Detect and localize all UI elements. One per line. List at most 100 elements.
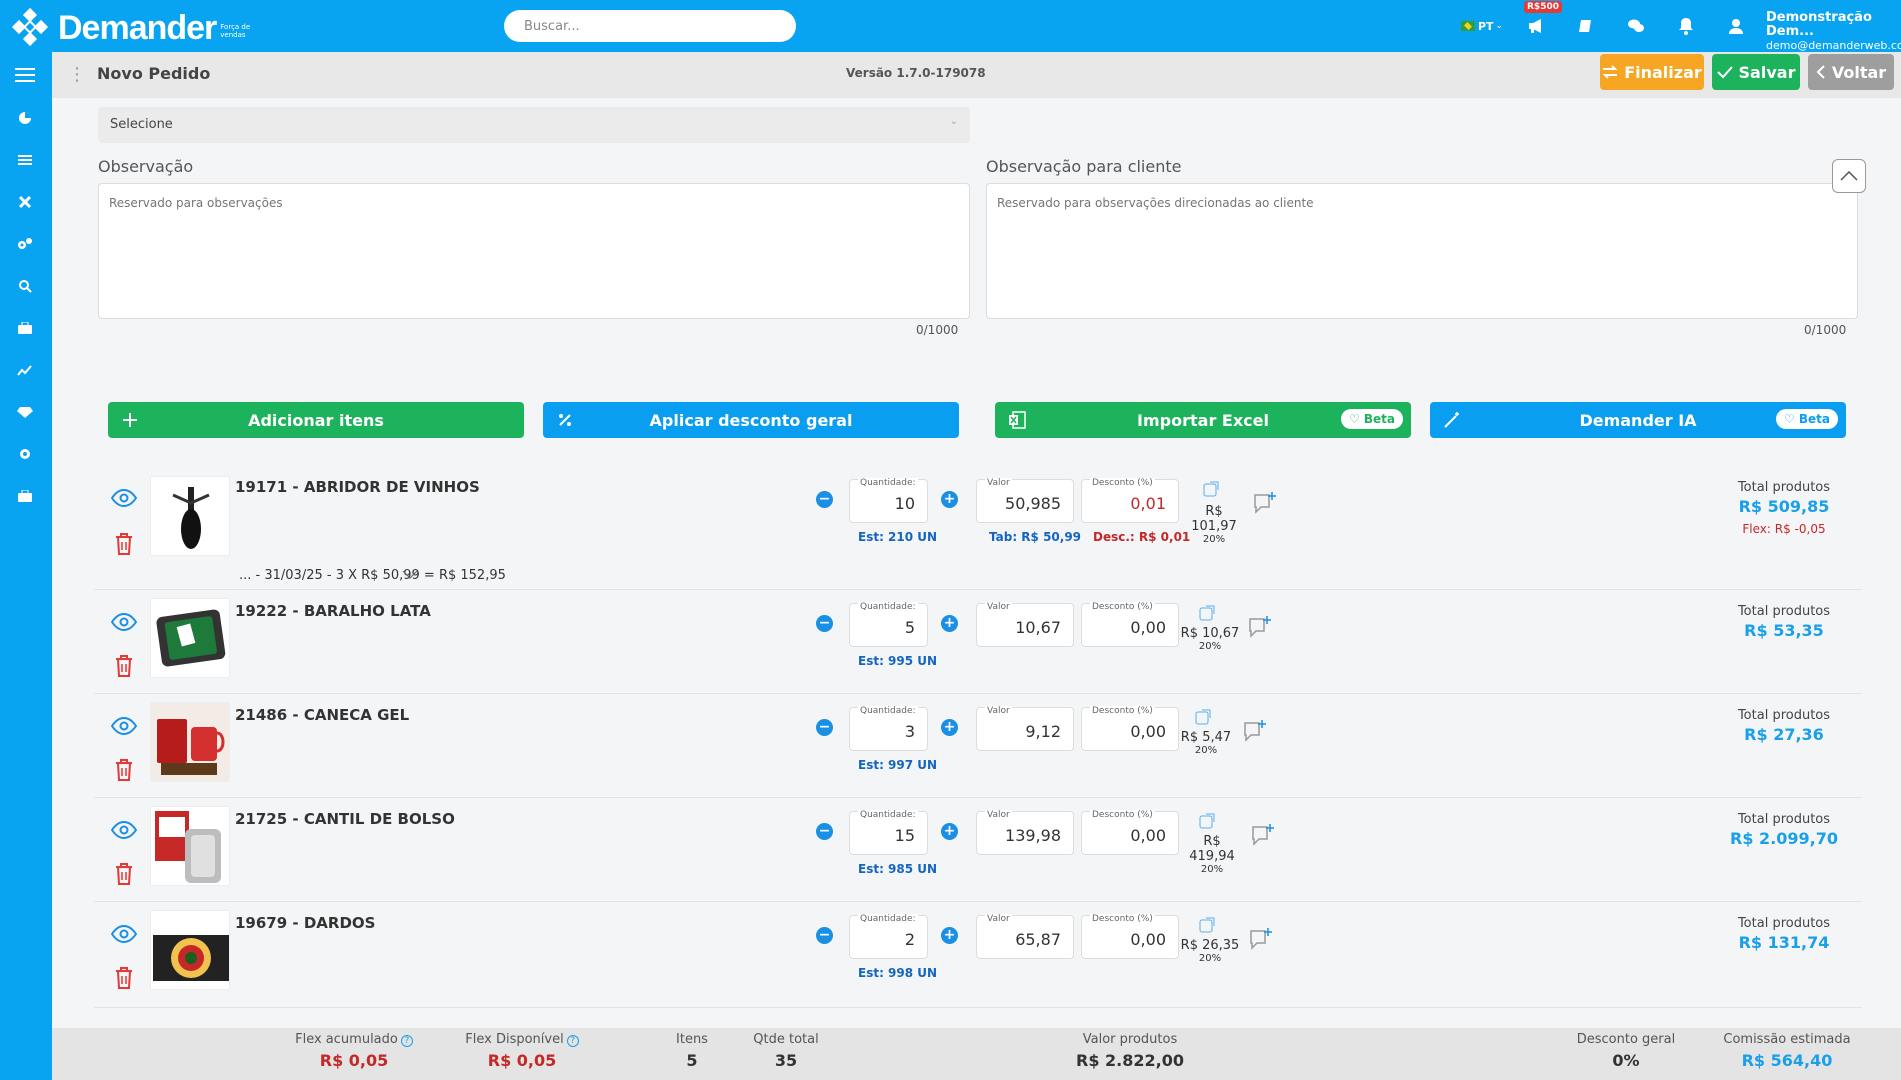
client-observation-counter: 0/1000	[1804, 323, 1847, 337]
eye-icon[interactable]	[110, 612, 138, 632]
select-dropdown[interactable]: Selecione ⌄	[98, 107, 970, 143]
help-icon[interactable]: ?	[400, 1035, 413, 1047]
brand-logo[interactable]: Demander Força de vendas	[10, 7, 254, 48]
quantity-field[interactable]: Quantidade: 10	[849, 478, 928, 523]
add-items-button[interactable]: Adicionar itens	[108, 402, 524, 438]
eye-icon[interactable]	[110, 924, 138, 944]
comment-add-icon[interactable]	[1247, 614, 1273, 640]
more-vertical-icon[interactable]: ⋮	[68, 64, 86, 85]
decrease-qty-button[interactable]: −	[816, 927, 833, 944]
comment-add-icon[interactable]	[1252, 490, 1278, 516]
book-icon	[1579, 20, 1591, 32]
flex-accumulated: Flex acumulado? R$ 0,05	[284, 1032, 424, 1070]
discount-field[interactable]: Desconto (%) 0,00	[1081, 602, 1179, 647]
back-button[interactable]: Voltar	[1808, 54, 1894, 90]
announcements-button[interactable]: R$500	[1524, 1, 1562, 38]
notifications-button[interactable]	[1674, 14, 1698, 38]
value-field[interactable]: Valor 10,67	[976, 602, 1074, 647]
history-text: ... - 31/03/25 - 3 X R$ 50,99 = R$ 152,9…	[239, 568, 506, 583]
client-observation-field[interactable]	[986, 183, 1858, 319]
discount-value: 0,00	[1130, 826, 1166, 845]
commission-icon[interactable]	[1198, 604, 1216, 622]
discount-label: Desconto (%)	[1090, 914, 1155, 924]
value-field[interactable]: Valor 9,12	[976, 706, 1074, 751]
user-avatar[interactable]	[1724, 14, 1748, 38]
discount-field[interactable]: Desconto (%) 0,01	[1081, 478, 1179, 523]
help-icon[interactable]: ?	[566, 1035, 579, 1047]
trash-icon[interactable]	[114, 966, 134, 990]
quantity-field[interactable]: Quantidade: 15	[849, 810, 928, 855]
demander-ia-button[interactable]: Demander IA ♡ Beta	[1430, 402, 1846, 438]
stock-text: Est: 998 UN	[858, 966, 938, 980]
comment-add-icon[interactable]	[1248, 926, 1274, 952]
back-label: Voltar	[1831, 62, 1887, 82]
increase-qty-button[interactable]: +	[941, 719, 958, 736]
value-label: Valor	[985, 478, 1012, 488]
trash-icon[interactable]	[114, 532, 134, 556]
sidebar-item-settings[interactable]	[14, 233, 36, 255]
beta-badge: ♡ Beta	[1775, 409, 1838, 429]
discount-field[interactable]: Desconto (%) 0,00	[1081, 810, 1179, 855]
save-label: Salvar	[1738, 62, 1796, 82]
quantity-field[interactable]: Quantidade: 5	[849, 602, 928, 647]
import-excel-button[interactable]: Importar Excel ♡ Beta	[995, 402, 1411, 438]
save-button[interactable]: Salvar	[1712, 54, 1800, 90]
decrease-qty-button[interactable]: −	[816, 615, 833, 632]
comment-add-icon[interactable]	[1250, 822, 1276, 848]
sidebar-item-cog[interactable]	[14, 443, 36, 465]
commission-icon[interactable]	[1198, 812, 1216, 830]
trash-icon[interactable]	[114, 862, 134, 886]
commission-percent: 20%	[1198, 641, 1222, 652]
observation-field[interactable]	[98, 183, 970, 319]
value-field[interactable]: Valor 65,87	[976, 914, 1074, 959]
trash-icon[interactable]	[114, 654, 134, 678]
discount-field[interactable]: Desconto (%) 0,00	[1081, 914, 1179, 959]
sidebar-item-orders[interactable]	[14, 485, 36, 507]
item-total: Total produtos R$ 27,36	[1714, 708, 1854, 744]
trash-icon[interactable]	[114, 758, 134, 782]
sidebar-item-dashboard[interactable]	[14, 107, 36, 129]
eye-icon[interactable]	[110, 488, 138, 508]
quantity-field[interactable]: Quantidade: 2	[849, 914, 928, 959]
language-selector[interactable]: PT ⌄	[1454, 14, 1510, 38]
decrease-qty-button[interactable]: −	[816, 823, 833, 840]
increase-qty-button[interactable]: +	[941, 823, 958, 840]
sidebar-item-tools[interactable]	[14, 191, 36, 213]
menu-toggle-button[interactable]	[14, 64, 36, 86]
commission-icon[interactable]	[1202, 480, 1220, 498]
sidebar-item-reports[interactable]	[14, 359, 36, 381]
chevron-down-icon[interactable]	[402, 570, 418, 580]
swap-icon	[1602, 65, 1618, 79]
collapse-button[interactable]	[1832, 159, 1866, 193]
decrease-qty-button[interactable]: −	[816, 719, 833, 736]
discount-field[interactable]: Desconto (%) 0,00	[1081, 706, 1179, 751]
value-field[interactable]: Valor 50,985	[976, 478, 1074, 523]
sidebar-item-search[interactable]	[14, 275, 36, 297]
catalog-button[interactable]	[1574, 14, 1598, 38]
commission-icon[interactable]	[1194, 708, 1212, 726]
increase-qty-button[interactable]: +	[941, 615, 958, 632]
eye-icon[interactable]	[110, 820, 138, 840]
increase-qty-button[interactable]: +	[941, 927, 958, 944]
estimated-commission: Comissão estimada R$ 564,40	[1712, 1032, 1862, 1070]
quantity-label: Quantidade:	[858, 810, 918, 820]
chat-button[interactable]	[1624, 14, 1648, 38]
quantity-field[interactable]: Quantidade: 3	[849, 706, 928, 751]
decrease-qty-button[interactable]: −	[816, 491, 833, 508]
chevron-down-icon: ⌄	[949, 116, 958, 127]
items-count-value: 5	[686, 1051, 698, 1070]
sidebar-item-business[interactable]	[14, 317, 36, 339]
commission-icon[interactable]	[1198, 916, 1216, 934]
user-menu[interactable]: Demonstração Dem... demo@demanderweb.co.…	[1766, 11, 1901, 53]
sidebar-item-premium[interactable]	[14, 401, 36, 423]
comment-add-icon[interactable]	[1242, 718, 1268, 744]
value-amount: 65,87	[1015, 930, 1061, 949]
eye-icon[interactable]	[110, 716, 138, 736]
plus-icon	[123, 413, 137, 427]
sidebar-item-list[interactable]	[14, 149, 36, 171]
search-input[interactable]	[504, 10, 796, 42]
finalize-button[interactable]: Finalizar	[1600, 54, 1704, 90]
increase-qty-button[interactable]: +	[941, 491, 958, 508]
value-field[interactable]: Valor 139,98	[976, 810, 1074, 855]
apply-discount-button[interactable]: Aplicar desconto geral	[543, 402, 959, 438]
